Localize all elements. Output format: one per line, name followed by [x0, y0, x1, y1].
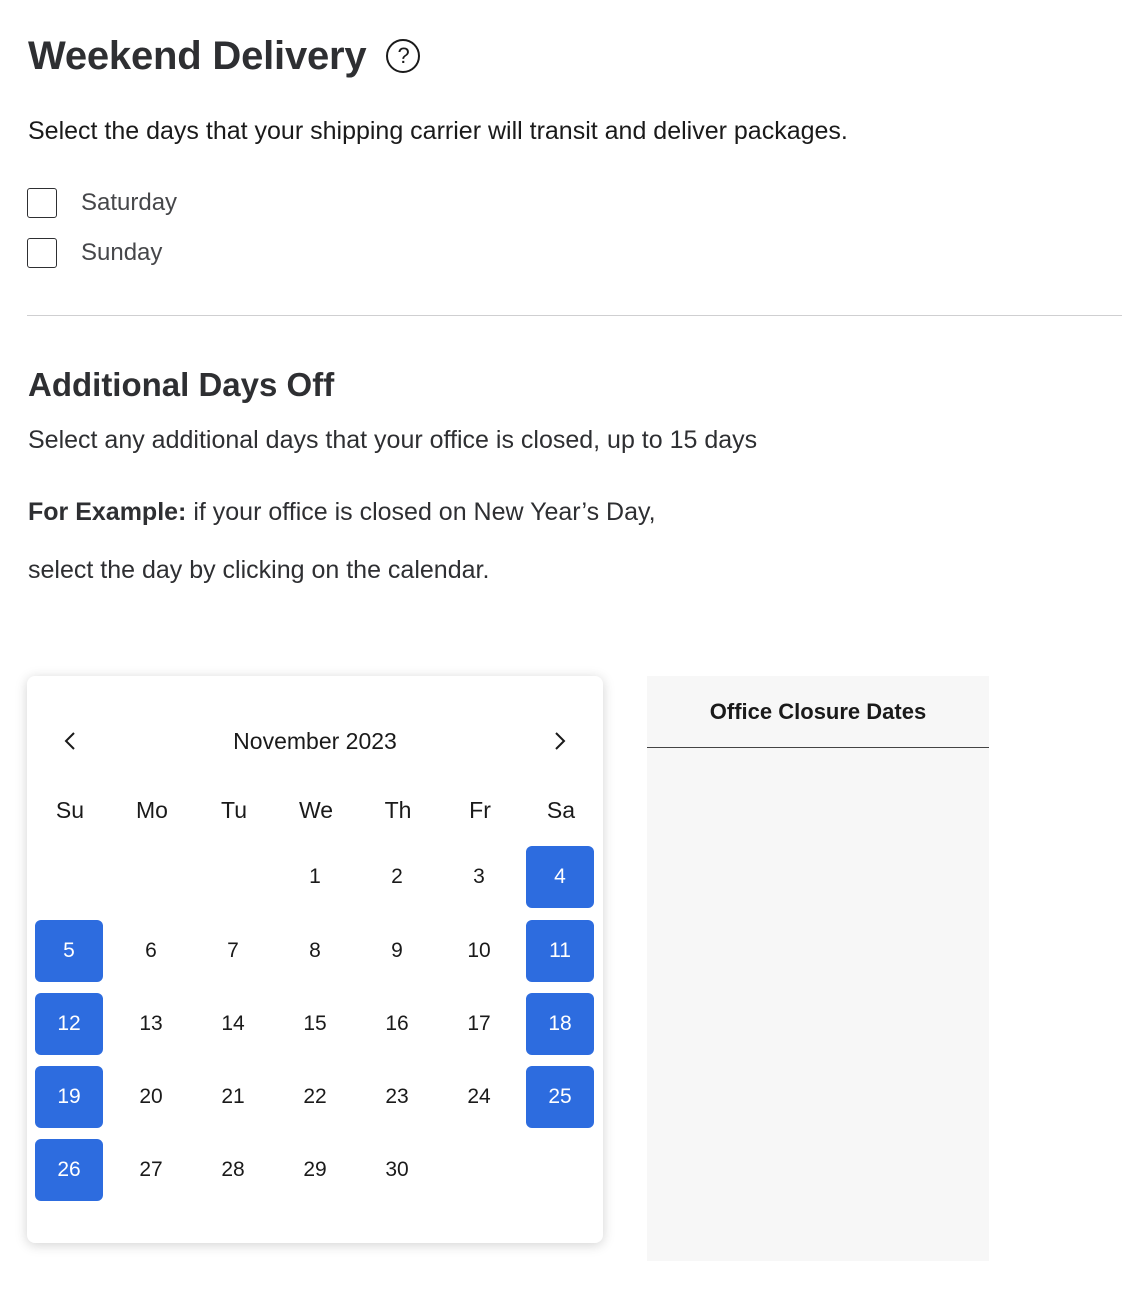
- calendar-day-2[interactable]: 2: [363, 846, 431, 908]
- calendar-day-4[interactable]: 4: [526, 846, 594, 908]
- calendar-day-15[interactable]: 15: [281, 993, 349, 1055]
- example-label: For Example:: [28, 498, 187, 526]
- weekday-we: We: [298, 797, 334, 823]
- sunday-label: Sunday: [81, 239, 163, 266]
- calendar-day-25[interactable]: 25: [526, 1066, 594, 1128]
- calendar-day-28[interactable]: 28: [199, 1139, 267, 1201]
- example-line-1: For Example: if your office is closed on…: [28, 495, 656, 529]
- calendar-day-14[interactable]: 14: [199, 993, 267, 1055]
- question-circle-icon[interactable]: ?: [386, 39, 421, 73]
- weekday-fr: Fr: [469, 797, 491, 823]
- calendar-day-9[interactable]: 9: [363, 920, 431, 982]
- calendar-day-10[interactable]: 10: [445, 920, 513, 982]
- calendar-day-22[interactable]: 22: [281, 1066, 349, 1128]
- weekday-mo: Mo: [136, 797, 168, 823]
- calendar-day-21[interactable]: 21: [199, 1066, 267, 1128]
- office-closure-panel: Office Closure Dates: [647, 676, 989, 1261]
- calendar-day-29[interactable]: 29: [281, 1139, 349, 1201]
- saturday-label: Saturday: [81, 189, 178, 216]
- calendar-day-6[interactable]: 6: [117, 920, 185, 982]
- calendar-day-17[interactable]: 17: [445, 993, 513, 1055]
- section-divider: [27, 315, 1122, 316]
- calendar-day-24[interactable]: 24: [445, 1066, 513, 1128]
- weekday-sa: Sa: [546, 797, 576, 823]
- weekday-su: Su: [55, 797, 85, 823]
- calendar-day-12[interactable]: 12: [35, 993, 103, 1055]
- additional-days-off-title: Additional Days Off: [28, 366, 335, 403]
- calendar-day-16[interactable]: 16: [363, 993, 431, 1055]
- month-label: November 2023: [233, 728, 397, 754]
- calendar-day-1[interactable]: 1: [281, 846, 349, 908]
- weekend-delivery-heading: Weekend Delivery ?: [28, 28, 421, 84]
- weekend-delivery-title: Weekend Delivery: [28, 34, 367, 78]
- calendar-day-19[interactable]: 19: [35, 1066, 103, 1128]
- office-closure-header: Office Closure Dates: [647, 676, 989, 748]
- saturday-checkbox[interactable]: [27, 188, 57, 218]
- sunday-checkbox[interactable]: [27, 238, 57, 268]
- calendar-day-20[interactable]: 20: [117, 1066, 185, 1128]
- calendar-day-7[interactable]: 7: [199, 920, 267, 982]
- example-text: if your office is closed on New Year’s D…: [186, 498, 656, 526]
- calendar-day-11[interactable]: 11: [526, 920, 594, 982]
- calendar-day-27[interactable]: 27: [117, 1139, 185, 1201]
- additional-days-off-description: Select any additional days that your off…: [28, 426, 758, 454]
- calendar-day-23[interactable]: 23: [363, 1066, 431, 1128]
- saturday-option[interactable]: Saturday: [27, 188, 177, 218]
- calendar-day-8[interactable]: 8: [281, 920, 349, 982]
- calendar-day-13[interactable]: 13: [117, 993, 185, 1055]
- calendar-day-30[interactable]: 30: [363, 1139, 431, 1201]
- example-line-2: select the day by clicking on the calend…: [28, 556, 490, 584]
- weekday-th: Th: [384, 797, 412, 823]
- sunday-option[interactable]: Sunday: [27, 238, 162, 268]
- weekend-delivery-description: Select the days that your shipping carri…: [28, 117, 848, 145]
- chevron-right-icon[interactable]: [540, 721, 580, 761]
- weekday-tu: Tu: [221, 797, 247, 823]
- calendar-day-5[interactable]: 5: [35, 920, 103, 982]
- calendar-day-18[interactable]: 18: [526, 993, 594, 1055]
- date-picker-calendar: November 2023 Su Mo Tu We Th Fr Sa 1 2 3 4 5 6 7 8 9 10…: [27, 676, 603, 1243]
- calendar-day-26[interactable]: 26: [35, 1139, 103, 1201]
- calendar-day-3[interactable]: 3: [445, 846, 513, 908]
